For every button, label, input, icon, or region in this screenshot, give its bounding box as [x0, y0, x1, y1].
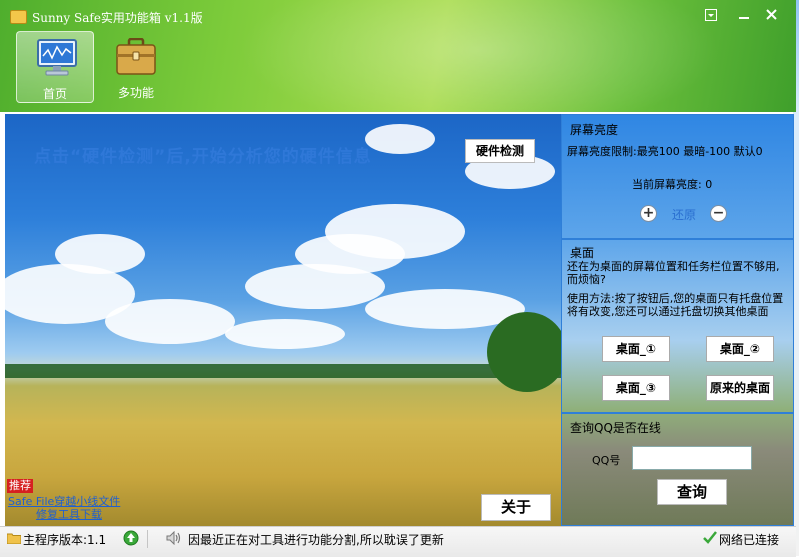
nav-home-button[interactable]: 首页	[16, 31, 94, 103]
brightness-increase-button[interactable]: +	[640, 205, 657, 222]
tree-line	[5, 364, 561, 378]
brightness-title: 屏幕亮度	[570, 123, 619, 137]
desktop-3-button[interactable]: 桌面_③	[602, 375, 670, 401]
qq-number-input[interactable]	[632, 446, 752, 470]
nav-multifunction-label: 多功能	[117, 86, 154, 100]
nav-home-label: 首页	[42, 87, 67, 101]
repair-tool-link[interactable]: 修复工具下载	[36, 506, 102, 522]
folder-icon	[7, 533, 21, 544]
brightness-current: 当前屏幕亮度: 0	[632, 178, 713, 191]
about-button[interactable]: 关于	[481, 494, 551, 521]
scenic-background	[5, 114, 561, 526]
original-desktop-button[interactable]: 原来的桌面	[706, 375, 774, 401]
toolbox-icon	[116, 38, 156, 75]
monitor-icon	[37, 39, 77, 76]
cloud	[105, 299, 235, 344]
qq-number-label: QQ号	[592, 454, 621, 467]
cloud	[245, 264, 385, 309]
speaker-icon	[166, 531, 181, 545]
close-icon	[765, 9, 777, 20]
close-button[interactable]	[760, 6, 782, 24]
update-icon[interactable]	[123, 530, 139, 546]
desktop-2-button[interactable]: 桌面_②	[706, 336, 774, 362]
network-status: 网络已连接	[719, 533, 780, 547]
minimize-icon	[739, 17, 749, 19]
hardware-detect-button[interactable]: 硬件检测	[465, 139, 535, 163]
window-title: Sunny Safe实用功能箱 v1.1版	[32, 11, 203, 25]
tray-icon	[705, 9, 717, 21]
recommend-badge: 推荐	[7, 479, 33, 493]
desktop-1-button[interactable]: 桌面_①	[602, 336, 670, 362]
qq-title: 查询QQ是否在线	[570, 421, 661, 435]
cloud	[225, 319, 345, 349]
version-text: 主程序版本:1.1	[23, 533, 107, 547]
desktop-question: 还在为桌面的屏幕位置和任务栏位置不够用,而烦恼?	[567, 260, 780, 286]
hardware-prompt-text: 点击“硬件检测”后,开始分析您的硬件信息	[34, 147, 372, 167]
status-separator	[147, 530, 148, 548]
status-notice: 因最近正在对工具进行功能分割,所以耽误了更新	[188, 533, 444, 547]
section-divider	[561, 412, 794, 414]
section-divider	[561, 238, 794, 240]
brightness-limits: 屏幕亮度限制:最亮100 最暗-100 默认0	[567, 145, 763, 158]
nav-multifunction-button[interactable]: 多功能	[104, 31, 168, 103]
qq-query-button[interactable]: 查询	[657, 479, 727, 505]
check-icon	[703, 531, 717, 544]
cloud	[365, 124, 435, 154]
brightness-restore-button[interactable]: 还原	[672, 206, 696, 223]
brightness-decrease-button[interactable]: −	[710, 205, 727, 222]
desktop-usage: 使用方法:按了按钮后,您的桌面只有托盘位置将有改变,您还可以通过托盘切换其他桌面	[567, 292, 784, 318]
desktop-title: 桌面	[570, 246, 595, 260]
roadside-tree	[487, 312, 561, 392]
minimize-to-tray-button[interactable]	[700, 6, 722, 24]
minimize-button[interactable]	[733, 6, 755, 24]
app-folder-icon	[10, 10, 27, 24]
